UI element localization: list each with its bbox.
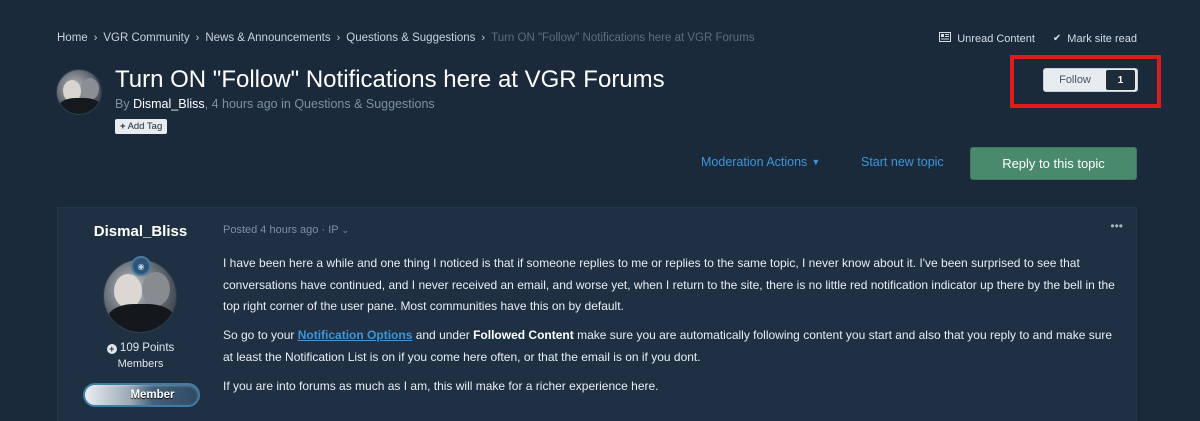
newspaper-icon bbox=[939, 32, 952, 45]
p2-text-a: So go to your bbox=[223, 328, 298, 342]
chevron-down-icon: ⌄ bbox=[341, 225, 350, 235]
start-new-topic-link[interactable]: Start new topic bbox=[861, 155, 944, 169]
post-body: Posted 4 hours ago · IP ⌄ ••• I have bee… bbox=[223, 208, 1123, 421]
post-author-group: Members bbox=[117, 358, 164, 370]
add-tag-button[interactable]: + Add Tag bbox=[115, 119, 168, 134]
breadcrumb-separator-icon: › bbox=[336, 32, 341, 44]
post-paragraph-1: I have been here a while and one thing I… bbox=[223, 256, 1115, 313]
check-icon: ✔ bbox=[1052, 33, 1062, 44]
breadcrumb-separator-icon: › bbox=[93, 32, 98, 44]
breadcrumb-questions-suggestions[interactable]: Questions & Suggestions bbox=[346, 32, 475, 44]
post-ip-label: IP bbox=[328, 224, 339, 236]
reply-to-topic-button[interactable]: Reply to this topic bbox=[970, 147, 1137, 180]
topic-author-avatar[interactable] bbox=[56, 69, 102, 115]
unread-content-label: Unread Content bbox=[957, 32, 1035, 45]
moderation-actions-label: Moderation Actions bbox=[701, 155, 808, 169]
byline-in: in bbox=[281, 97, 291, 111]
byline-comma: , bbox=[204, 97, 212, 111]
plus-icon: + bbox=[120, 121, 126, 132]
follow-button[interactable]: Follow 1 bbox=[1043, 68, 1138, 92]
post-ip-link[interactable]: IP ⌄ bbox=[328, 224, 349, 236]
post-options-menu[interactable]: ••• bbox=[1110, 219, 1123, 233]
post-paragraph-3: If you are into forums as much as I am, … bbox=[223, 378, 659, 393]
notification-options-link[interactable]: Notification Options bbox=[298, 328, 413, 342]
page-title: Turn ON "Follow" Notifications here at V… bbox=[115, 66, 665, 93]
points-value: 109 Points bbox=[119, 342, 175, 354]
post-content: I have been here a while and one thing I… bbox=[223, 253, 1123, 405]
breadcrumb-separator-icon: › bbox=[481, 32, 486, 44]
moderation-actions-menu[interactable]: Moderation Actions ▼ bbox=[701, 155, 820, 169]
post-paragraph-2: So go to your Notification Options and u… bbox=[223, 325, 1123, 368]
post-author-points: + 109 Points bbox=[58, 342, 223, 354]
p2-text-b: and under bbox=[412, 328, 474, 342]
follow-label: Follow bbox=[1059, 74, 1091, 86]
plus-circle-icon: + bbox=[106, 344, 117, 354]
topic-author-link[interactable]: Dismal_Bliss bbox=[133, 97, 205, 111]
member-rank-label: Member bbox=[130, 389, 175, 401]
mark-site-read-link[interactable]: ✔ Mark site read bbox=[1053, 33, 1137, 45]
breadcrumb: Home › VGR Community › News & Announceme… bbox=[57, 32, 754, 44]
member-rank-badge: Member bbox=[83, 383, 200, 407]
breadcrumb-vgr-community[interactable]: VGR Community bbox=[103, 32, 189, 44]
post: Dismal_Bliss ◉ + 109 Points Members Memb… bbox=[57, 207, 1137, 421]
breadcrumb-home[interactable]: Home bbox=[57, 32, 88, 44]
byline-by: By bbox=[115, 97, 130, 111]
post-meta: Posted 4 hours ago · IP ⌄ bbox=[223, 224, 349, 236]
add-tag-label: Add Tag bbox=[127, 121, 163, 132]
topic-byline: By Dismal_Bliss, 4 hours ago in Question… bbox=[115, 97, 435, 111]
topic-time: 4 hours ago bbox=[211, 97, 278, 111]
caret-down-icon: ▼ bbox=[811, 157, 821, 167]
top-actions: Unread Content ✔ Mark site read bbox=[939, 32, 1137, 45]
post-author-column: Dismal_Bliss ◉ + 109 Points Members Memb… bbox=[58, 208, 223, 421]
mark-site-read-label: Mark site read bbox=[1067, 32, 1137, 45]
breadcrumb-separator-icon: › bbox=[195, 32, 200, 44]
breadcrumb-news-announcements[interactable]: News & Announcements bbox=[205, 32, 330, 44]
follower-count[interactable]: 1 bbox=[1106, 70, 1135, 90]
unread-content-link[interactable]: Unread Content bbox=[939, 32, 1035, 45]
topic-category-link[interactable]: Questions & Suggestions bbox=[294, 97, 434, 111]
post-permalink[interactable]: Posted 4 hours ago bbox=[223, 224, 318, 236]
p2-bold: Followed Content bbox=[473, 328, 574, 342]
user-status-icon: ◉ bbox=[131, 256, 151, 276]
post-author-name[interactable]: Dismal_Bliss bbox=[58, 223, 223, 240]
breadcrumb-current: Turn ON "Follow" Notifications here at V… bbox=[491, 32, 755, 44]
